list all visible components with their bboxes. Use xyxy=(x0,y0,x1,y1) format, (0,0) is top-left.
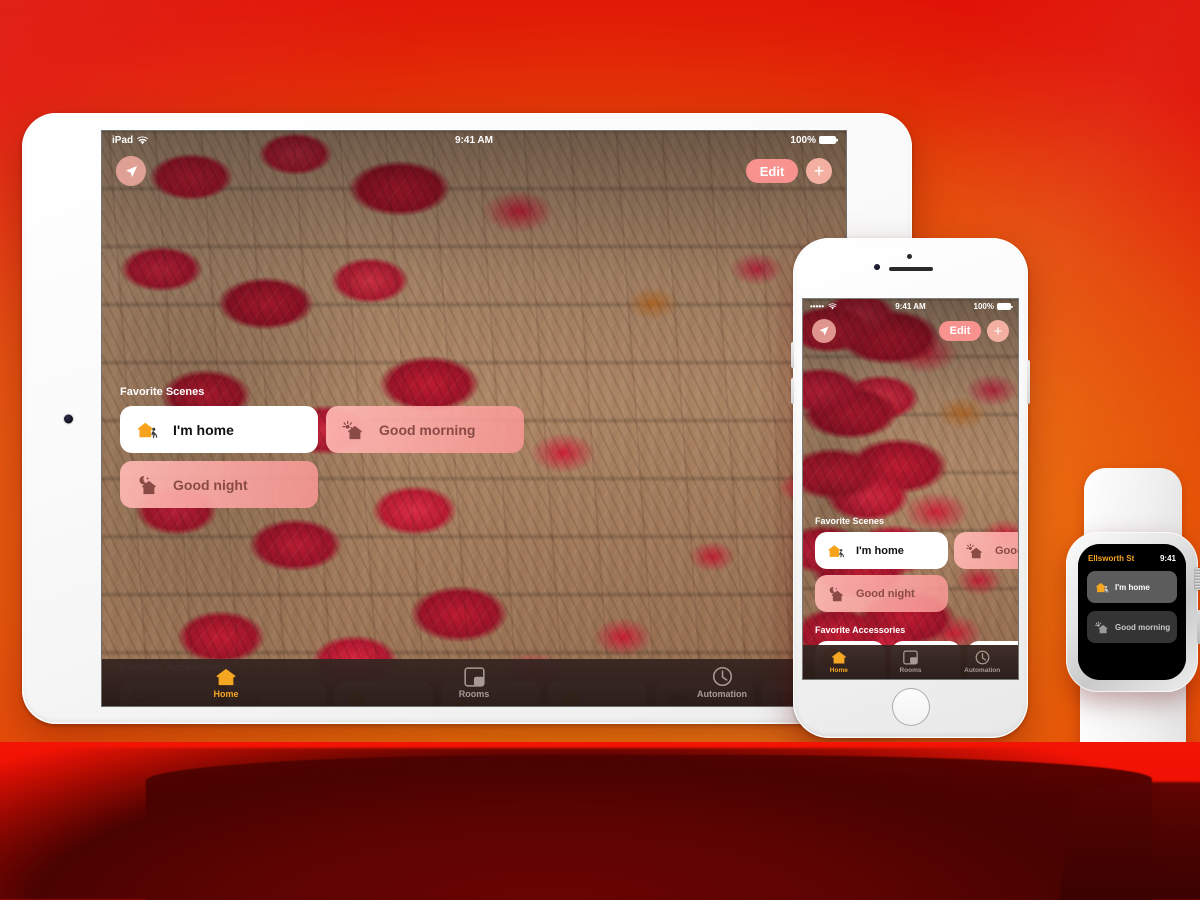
house-person-icon xyxy=(136,420,160,440)
tab-label: Home xyxy=(213,688,239,699)
iphone-volume-up-button[interactable] xyxy=(791,342,794,368)
favorite-scenes-header: Favorite Scenes xyxy=(815,516,885,526)
nav-bar-actions: Edit + xyxy=(939,320,1009,342)
tab-bar: Home Rooms Automation xyxy=(102,659,846,706)
status-bar: ••••• 9:41 AM 100% xyxy=(803,299,1018,314)
scene-label: Good morning xyxy=(379,421,476,438)
edit-button[interactable]: Edit xyxy=(939,321,981,341)
rooms-icon xyxy=(903,650,918,665)
automation-icon xyxy=(712,666,733,687)
battery-full-icon xyxy=(997,303,1011,310)
scene-tile-good-morning[interactable]: Good morning xyxy=(326,406,524,453)
house-person-icon xyxy=(1095,581,1110,594)
ipad-device: iPad 9:41 AM 100% Edit + Favorite Scenes… xyxy=(22,113,912,724)
watch-header: Ellsworth St 9:41 xyxy=(1078,544,1186,563)
tab-label: Automation xyxy=(964,667,1001,674)
nav-bar-actions: Edit + xyxy=(746,158,832,184)
tab-rooms[interactable]: Rooms xyxy=(875,650,947,674)
watch-scene-tile-good-morning[interactable]: Good morning xyxy=(1087,611,1177,643)
nav-bar: Edit + xyxy=(102,156,846,186)
location-arrow-icon[interactable] xyxy=(116,156,146,186)
favorite-scenes-section: Favorite Scenes I'm home Goo Good night xyxy=(803,516,1018,612)
favorite-scenes-grid: I'm home Good morning Good xyxy=(815,532,1018,612)
watch-home-name: Ellsworth St xyxy=(1088,554,1135,563)
tab-home[interactable]: Home xyxy=(803,650,875,674)
watch-scene-label: Good morning xyxy=(1115,622,1171,632)
status-bar-time: 9:41 AM xyxy=(455,134,493,146)
scene-tile-im-home[interactable]: I'm home xyxy=(120,406,318,453)
watch-digital-crown[interactable] xyxy=(1195,568,1200,590)
automation-icon xyxy=(975,650,990,665)
scene-tile-good-night[interactable]: Good night xyxy=(815,575,948,612)
home-app-ipad: iPad 9:41 AM 100% Edit + Favorite Scenes… xyxy=(102,131,846,706)
tab-label: Rooms xyxy=(899,667,922,674)
location-arrow-icon[interactable] xyxy=(812,319,836,343)
watch-scene-tile-im-home[interactable]: I'm home xyxy=(1087,571,1177,603)
nav-bar: Edit + xyxy=(803,319,1018,343)
iphone-volume-down-button[interactable] xyxy=(791,378,794,404)
tab-rooms[interactable]: Rooms xyxy=(350,666,598,699)
scene-label: Good morning xyxy=(995,544,1018,557)
tab-home[interactable]: Home xyxy=(102,667,350,699)
scene-label: I'm home xyxy=(856,544,904,557)
favorite-scenes-section: Favorite Scenes I'm home Good morning Go… xyxy=(102,386,846,508)
house-sun-icon xyxy=(966,543,985,559)
scene-label: I'm home xyxy=(173,421,234,438)
battery-full-icon xyxy=(819,136,836,144)
status-bar-time: 9:41 AM xyxy=(895,302,926,311)
iphone-device: ••••• 9:41 AM 100% Edit + Favorite Scene… xyxy=(791,238,1030,738)
house-moon-icon xyxy=(827,586,846,602)
favorite-accessories-header: Favorite Accessories xyxy=(815,625,906,635)
rooms-icon xyxy=(463,666,485,687)
add-button[interactable]: + xyxy=(987,320,1009,342)
edit-button[interactable]: Edit xyxy=(746,159,798,183)
iphone-camera-icon xyxy=(874,264,881,271)
house-sun-icon xyxy=(342,420,366,440)
tab-automation[interactable]: Automation xyxy=(946,650,1018,674)
watch-reflection-shadow xyxy=(1058,782,1200,900)
favorite-scenes-header: Favorite Scenes xyxy=(120,386,205,398)
add-button[interactable]: + xyxy=(806,158,832,184)
tab-label: Rooms xyxy=(458,688,490,699)
watch-time: 9:41 xyxy=(1159,554,1176,563)
scene-tile-good-morning[interactable]: Good morning xyxy=(954,532,1018,569)
device-reflection-glow xyxy=(0,748,1200,900)
house-icon xyxy=(831,650,847,665)
iphone-speaker-icon xyxy=(888,267,933,271)
house-icon xyxy=(215,667,237,687)
ipad-screen: iPad 9:41 AM 100% Edit + Favorite Scenes… xyxy=(102,131,846,706)
watch-screen: Ellsworth St 9:41 I'm home Good morning xyxy=(1078,544,1186,680)
house-person-icon xyxy=(827,543,846,559)
tab-bar: Home Rooms Automation xyxy=(803,645,1018,679)
home-app-iphone: ••••• 9:41 AM 100% Edit + Favorite Scene… xyxy=(803,299,1018,679)
scene-tile-im-home[interactable]: I'm home xyxy=(815,532,948,569)
watch-scene-label: I'm home xyxy=(1115,582,1150,592)
iphone-sensor-icon xyxy=(907,254,912,259)
favorite-scenes-grid: I'm home Good morning Good night xyxy=(120,406,524,508)
scene-label: Good night xyxy=(856,587,915,600)
iphone-power-button[interactable] xyxy=(1027,360,1030,404)
status-bar: iPad 9:41 AM 100% xyxy=(102,131,846,149)
house-moon-icon xyxy=(136,475,160,495)
watch-case: Ellsworth St 9:41 I'm home Good morning xyxy=(1066,532,1200,692)
tab-label: Home xyxy=(829,667,848,674)
house-sun-icon xyxy=(1095,621,1110,634)
iphone-screen: ••••• 9:41 AM 100% Edit + Favorite Scene… xyxy=(803,299,1018,679)
scene-stage: iPad 9:41 AM 100% Edit + Favorite Scenes… xyxy=(0,0,1200,900)
ipad-camera-icon xyxy=(64,414,73,423)
tab-label: Automation xyxy=(697,689,747,699)
iphone-home-button[interactable] xyxy=(891,688,930,726)
scene-tile-good-night[interactable]: Good night xyxy=(120,461,318,508)
scene-label: Good night xyxy=(173,476,248,493)
